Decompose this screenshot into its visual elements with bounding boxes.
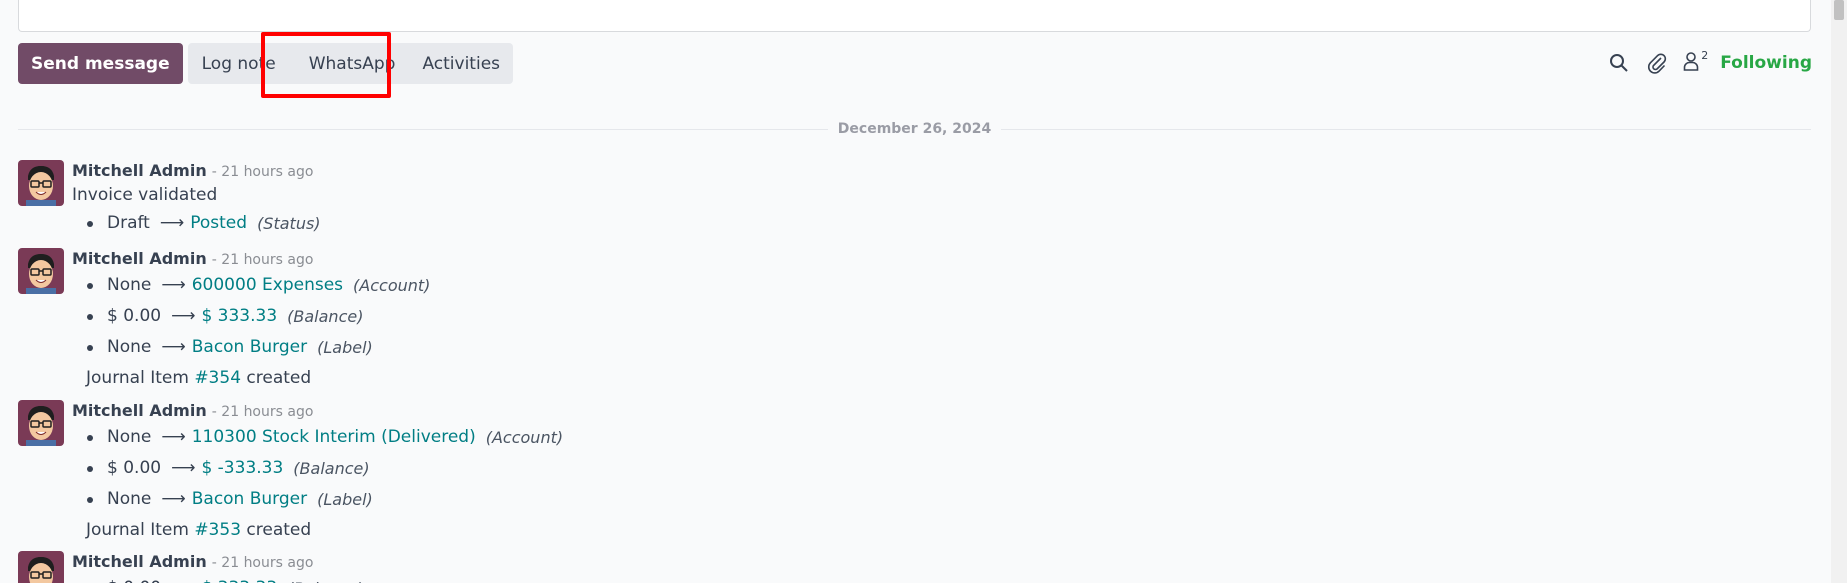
log-note-button[interactable]: Log note — [187, 43, 291, 84]
tracking-item: $ 0.00 ⟶ $ 333.33 (Balance) — [72, 301, 1672, 332]
vertical-scrollbar[interactable] — [1831, 0, 1847, 583]
tracking-old-value: None — [107, 489, 152, 509]
tracking-item: None ⟶ Bacon Burger (Label) — [72, 484, 1672, 515]
tracking-item: $ 0.00 ⟶ $ -333.33 (Balance) — [72, 453, 1672, 484]
arrow-right-icon: ⟶ — [161, 427, 186, 447]
avatar[interactable] — [18, 400, 64, 446]
tracking-new-value: 600000 Expenses — [191, 275, 344, 295]
created-prefix: Journal Item — [86, 368, 189, 388]
message-body: Invoice validated — [72, 185, 218, 205]
arrow-right-icon: ⟶ — [171, 573, 195, 583]
tracking-field-name: (Account) — [485, 428, 564, 447]
message-author[interactable]: Mitchell Admin — [72, 552, 207, 571]
tracking-old-value: None — [107, 427, 152, 447]
tracking-item: None ⟶ 110300 Stock Interim (Delivered) … — [72, 422, 1672, 453]
tracking-new-value: 110300 Stock Interim (Delivered) — [191, 427, 476, 447]
tracking-item: None ⟶ Bacon Burger (Label) — [72, 332, 1672, 363]
tracking-old-value: None — [107, 337, 152, 357]
message-author[interactable]: Mitchell Admin — [72, 161, 207, 180]
tracking-field-name: (Label) — [317, 490, 373, 509]
tracking-field-name: (Balance) — [293, 459, 370, 478]
chatter-topbar-right: 2 Following — [1593, 48, 1812, 78]
tracking-old-value: $ 0.00 — [107, 458, 162, 478]
paperclip-icon[interactable] — [1645, 51, 1669, 75]
message-time: - 21 hours ago — [211, 555, 314, 571]
tracking-new-value: $ -333.33 — [201, 458, 284, 478]
scrollbar-thumb[interactable] — [1834, 0, 1844, 20]
journal-item-link[interactable]: #353 — [194, 520, 241, 540]
message-author[interactable]: Mitchell Admin — [72, 249, 207, 268]
tracking-new-value: $ 333.33 — [201, 306, 278, 326]
message-time: - 21 hours ago — [211, 404, 314, 420]
tracking-list: None ⟶ 600000 Expenses (Account) $ 0.00 … — [72, 270, 1672, 363]
followers-count: 2 — [1701, 49, 1709, 62]
divider — [18, 128, 828, 130]
message-time: - 21 hours ago — [211, 252, 314, 268]
tracking-list: Draft ⟶ Posted (Status) — [72, 208, 1672, 239]
tracking-field-name: (Balance) — [287, 573, 363, 583]
tracking-old-value: Draft — [107, 213, 150, 233]
activities-button[interactable]: Activities — [409, 43, 514, 84]
tracking-old-value: None — [107, 275, 152, 295]
tracking-field-name: (Account) — [353, 276, 431, 295]
form-sheet-bottom — [18, 0, 1811, 32]
avatar[interactable] — [18, 551, 64, 583]
arrow-right-icon: ⟶ — [171, 306, 196, 326]
arrow-right-icon: ⟶ — [159, 213, 185, 233]
send-message-button[interactable]: Send message — [18, 43, 183, 84]
avatar[interactable] — [18, 248, 64, 294]
arrow-right-icon: ⟶ — [161, 275, 186, 295]
divider — [1001, 128, 1811, 130]
tracking-list: $ 0.00 ⟶ $ 333.33 (Balance) — [72, 573, 1672, 583]
date-separator: December 26, 2024 — [18, 120, 1811, 138]
tracking-list: None ⟶ 110300 Stock Interim (Delivered) … — [72, 422, 1672, 515]
created-note: Journal Item #354 created — [72, 363, 1672, 393]
whatsapp-button[interactable]: WhatsApp — [290, 43, 410, 84]
tracking-new-value: Bacon Burger — [191, 337, 308, 357]
tracking-old-value: $ 0.00 — [107, 306, 162, 326]
created-prefix: Journal Item — [86, 520, 189, 540]
tracking-new-value: Posted — [190, 213, 248, 233]
arrow-right-icon: ⟶ — [161, 489, 186, 509]
tracking-new-value: $ 333.33 — [201, 573, 277, 583]
created-suffix: created — [246, 520, 312, 540]
tracking-new-value: Bacon Burger — [191, 489, 308, 509]
chatter-toolbar: Send message Log note WhatsApp Activitie… — [18, 43, 514, 84]
message-time: - 21 hours ago — [211, 164, 314, 180]
message-author[interactable]: Mitchell Admin — [72, 401, 207, 420]
avatar[interactable] — [18, 160, 64, 206]
journal-item-link[interactable]: #354 — [194, 368, 241, 388]
date-label: December 26, 2024 — [837, 121, 992, 137]
created-note: Journal Item #353 created — [72, 515, 1672, 545]
tracking-field-name: (Balance) — [287, 307, 364, 326]
tracking-field-name: (Status) — [257, 214, 321, 233]
search-icon[interactable] — [1607, 51, 1631, 75]
tracking-field-name: (Label) — [317, 338, 373, 357]
tracking-item: None ⟶ 600000 Expenses (Account) — [72, 270, 1672, 301]
tracking-old-value: $ 0.00 — [107, 573, 161, 583]
followers-button[interactable]: 2 — [1683, 49, 1709, 75]
arrow-right-icon: ⟶ — [161, 337, 186, 357]
created-suffix: created — [246, 368, 312, 388]
person-icon — [1683, 51, 1699, 75]
tracking-item: Draft ⟶ Posted (Status) — [72, 208, 1672, 239]
following-button[interactable]: Following — [1720, 53, 1812, 73]
tracking-item: $ 0.00 ⟶ $ 333.33 (Balance) — [72, 573, 1672, 583]
arrow-right-icon: ⟶ — [171, 458, 196, 478]
